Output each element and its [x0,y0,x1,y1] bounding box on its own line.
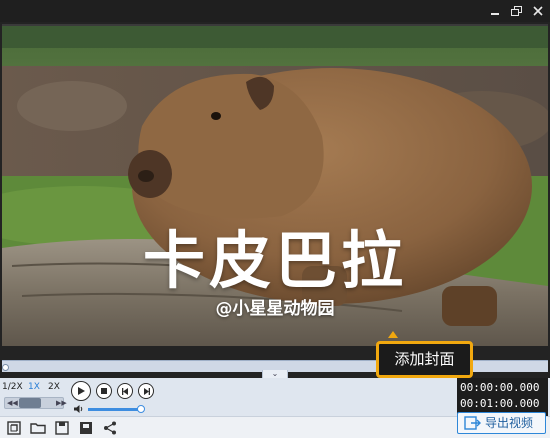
speed-option-half[interactable]: 1/2X [2,380,23,394]
export-video-button[interactable]: 导出视频 [457,412,546,434]
next-frame-icon [143,387,150,395]
video-preview[interactable]: 卡皮巴拉 @小星星动物园 [2,24,548,346]
speed-option-2x[interactable]: 2X [46,380,62,394]
volume-icon[interactable] [73,404,85,414]
volume-slider-thumb[interactable] [137,405,146,413]
export-video-label: 导出视频 [485,416,534,430]
video-editor-window: 卡皮巴拉 @小星星动物园 ⌄ 添加封面 1/2X 1X 2X ◀◀ ▶▶ 00:… [0,0,550,438]
save-icon[interactable] [54,420,70,436]
volume-level [88,408,142,411]
title-bar [0,0,550,22]
total-time: 00:01:00.000 [460,397,540,410]
crop-icon[interactable] [6,420,22,436]
time-display: 00:00:00.000 00:01:00.000 [457,378,548,416]
minimize-button[interactable] [487,3,503,19]
restore-button[interactable] [509,3,525,19]
previous-frame-button[interactable] [117,383,133,399]
playback-controls: 1/2X 1X 2X ◀◀ ▶▶ 00:00:00.000 00:01:00.0… [0,378,550,416]
close-icon [533,6,543,16]
speed-option-1x[interactable]: 1X [26,380,42,394]
stop-button[interactable] [96,383,112,399]
add-cover-button[interactable]: 添加封面 [376,341,473,378]
current-time: 00:00:00.000 [460,381,540,394]
save-as-icon[interactable] [78,420,94,436]
previous-frame-icon [121,387,128,395]
fast-forward-icon: ▶▶ [56,399,67,407]
speed-options: 1/2X 1X 2X [2,380,64,394]
chevron-down-icon: ⌄ [271,369,279,378]
share-icon[interactable] [102,420,118,436]
tooltip-arrow [388,331,398,338]
timeline-playhead[interactable] [2,364,9,371]
play-button[interactable] [71,381,91,401]
rewind-icon: ◀◀ [7,399,18,407]
export-icon [464,416,481,430]
close-button[interactable] [530,3,546,19]
folder-icon[interactable] [30,420,46,436]
video-title-overlay: 卡皮巴拉 [142,224,407,297]
play-icon [78,387,85,395]
video-subtitle-overlay: @小星星动物园 [215,299,335,319]
minimize-icon [491,13,499,15]
speed-slider-thumb[interactable] [19,398,41,408]
restore-icon-back [511,9,519,16]
stop-icon [101,388,107,394]
next-frame-button[interactable] [138,383,154,399]
